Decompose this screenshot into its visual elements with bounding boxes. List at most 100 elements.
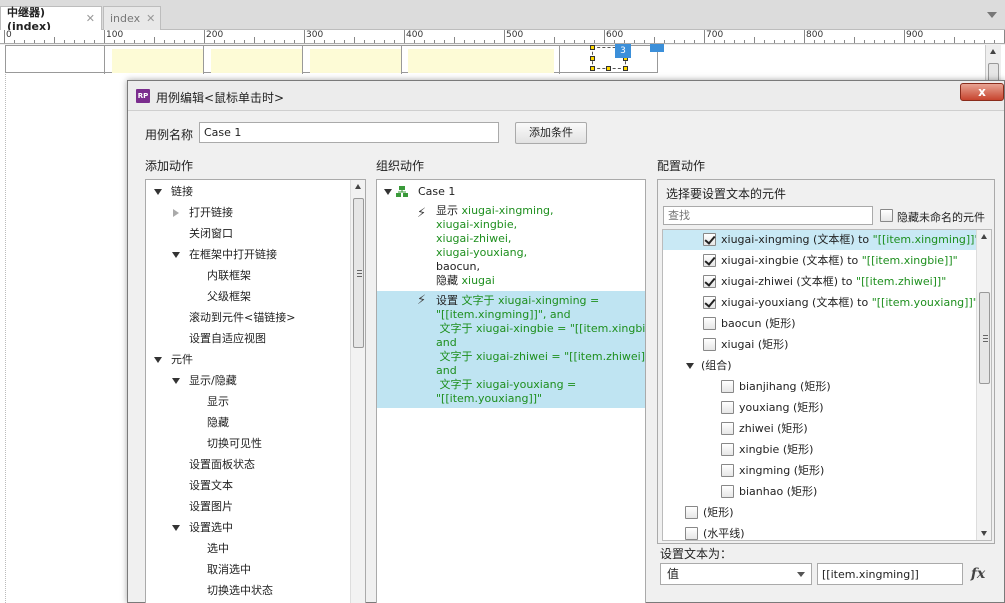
widget-row[interactable]: zhiwei (矩形)	[663, 418, 976, 439]
action-tree-item[interactable]: 显示/隐藏	[146, 371, 351, 391]
tab-index[interactable]: index ✕	[103, 6, 161, 30]
expand-arrow-icon[interactable]	[154, 189, 162, 195]
widget-row[interactable]: xingbie (矩形)	[663, 439, 976, 460]
resize-handle[interactable]	[606, 66, 611, 71]
action-tree-item[interactable]: 设置面板状态	[146, 455, 351, 475]
action-tree-item[interactable]: 隐藏	[146, 413, 351, 433]
checkbox-icon[interactable]	[685, 506, 698, 519]
resize-handle[interactable]	[623, 66, 628, 71]
tab-menu-chevron-icon[interactable]	[987, 12, 997, 18]
widget-row[interactable]: (水平线)	[663, 523, 976, 540]
scroll-thumb[interactable]	[353, 198, 364, 348]
widget-row[interactable]: xingming (矩形)	[663, 460, 976, 481]
scroll-thumb[interactable]	[979, 292, 990, 384]
scroll-up-icon[interactable]	[981, 234, 987, 239]
add-condition-button[interactable]: 添加条件	[515, 122, 587, 144]
resize-handle[interactable]	[590, 56, 595, 61]
action-tree-item[interactable]: 设置自适应视图	[146, 329, 351, 349]
collapse-arrow-icon[interactable]	[173, 209, 179, 217]
checkbox-icon[interactable]	[880, 209, 893, 222]
close-button[interactable]: x	[960, 83, 1004, 101]
ruler-tick	[394, 40, 395, 43]
widget-row[interactable]: bianhao (矩形)	[663, 481, 976, 502]
action-tree-item[interactable]: 元件	[146, 350, 351, 370]
ruler-tick	[814, 40, 815, 43]
widget-row[interactable]: youxiang (矩形)	[663, 397, 976, 418]
scroll-down-icon[interactable]	[981, 531, 987, 536]
checkbox-icon[interactable]	[703, 233, 716, 246]
checkbox-icon[interactable]	[721, 464, 734, 477]
widget-list[interactable]: xiugai-xingming (文本框) to "[[item.xingmin…	[662, 229, 992, 541]
tree-scrollbar[interactable]	[350, 180, 365, 603]
ruler-tick	[474, 40, 475, 43]
expand-arrow-icon[interactable]	[172, 378, 180, 384]
action-tree-item[interactable]: 打开链接	[146, 203, 351, 223]
checkbox-icon[interactable]	[721, 380, 734, 393]
dialog-title-bar[interactable]: RP 用例编辑<鼠标单击时> x	[128, 81, 1004, 111]
checkbox-icon[interactable]	[703, 338, 716, 351]
checkbox-icon[interactable]	[721, 401, 734, 414]
set-text-value-input[interactable]	[817, 563, 963, 585]
repeater-cell[interactable]	[211, 49, 303, 73]
widget-row[interactable]: (矩形)	[663, 502, 976, 523]
checkbox-icon[interactable]	[721, 485, 734, 498]
checkbox-icon[interactable]	[703, 275, 716, 288]
checkbox-icon[interactable]	[721, 422, 734, 435]
repeater-row-widget[interactable]	[5, 45, 658, 74]
action-tree-item[interactable]: 设置图片	[146, 497, 351, 517]
scroll-up-icon[interactable]	[355, 184, 361, 189]
action-tree-item[interactable]: 切换可见性	[146, 434, 351, 454]
add-actions-tree[interactable]: 链接 打开链接 关闭窗口 在框架中打开链接 内联框架 父级框架 滚动到元件<锚链接> 设置自适…	[145, 179, 366, 603]
repeater-cell[interactable]	[408, 49, 554, 73]
widget-row[interactable]: xiugai-xingming (文本框) to "[[item.xingmin…	[663, 230, 980, 250]
action-tree-item[interactable]: 内联框架	[146, 266, 351, 286]
action-tree-item[interactable]: 设置文本	[146, 476, 351, 496]
checkbox-icon[interactable]	[703, 254, 716, 267]
expand-arrow-icon[interactable]	[686, 363, 694, 369]
action-tree-item[interactable]: 设置选中	[146, 518, 351, 538]
repeater-cell[interactable]	[112, 49, 204, 73]
widget-row[interactable]: (组合)	[663, 355, 976, 376]
fx-button[interactable]: fx	[966, 564, 990, 584]
chevron-down-icon[interactable]	[797, 572, 805, 577]
case-node[interactable]: Case 1	[377, 182, 645, 202]
action-tree-item[interactable]: 切换选中状态	[146, 581, 351, 601]
action-set-text[interactable]: ⚡ 设置 文字于 xiugai-xingming = "[[item.xingm…	[377, 291, 645, 408]
checkbox-icon[interactable]	[685, 527, 698, 540]
widget-row[interactable]: xiugai-zhiwei (文本框) to "[[item.zhiwei]]"	[663, 271, 976, 292]
widget-list-scrollbar[interactable]	[976, 230, 991, 540]
widget-row[interactable]: bianjihang (矩形)	[663, 376, 976, 397]
action-tree-item[interactable]: 关闭窗口	[146, 224, 351, 244]
widget-row[interactable]: xiugai-xingbie (文本框) to "[[item.xingbie]…	[663, 250, 976, 271]
checkbox-icon[interactable]	[721, 443, 734, 456]
widget-row[interactable]: xiugai-youxiang (文本框) to "[[item.youxian…	[663, 292, 978, 313]
close-icon[interactable]: ✕	[146, 12, 155, 25]
resize-handle[interactable]	[590, 45, 595, 50]
expand-arrow-icon[interactable]	[172, 525, 180, 531]
close-icon[interactable]: ✕	[86, 12, 95, 25]
case-name-input[interactable]	[199, 122, 499, 143]
action-tree-item[interactable]: 显示	[146, 392, 351, 412]
expand-arrow-icon[interactable]	[172, 252, 180, 258]
action-tree-item[interactable]: 链接	[146, 182, 351, 202]
action-tree-item[interactable]: 在框架中打开链接	[146, 245, 351, 265]
action-show-hide[interactable]: ⚡ 显示 xiugai-xingming, xiugai-xingbie, xi…	[377, 204, 645, 290]
action-tree-item[interactable]: 父级框架	[146, 287, 351, 307]
action-tree-label: 选中	[207, 542, 229, 555]
checkbox-icon[interactable]	[703, 296, 716, 309]
scroll-up-icon[interactable]	[990, 49, 996, 54]
widget-row[interactable]: baocun (矩形)	[663, 313, 976, 334]
set-text-type-select[interactable]: 值	[660, 563, 812, 585]
action-tree-item[interactable]: 取消选中	[146, 560, 351, 580]
repeater-cell[interactable]	[310, 49, 402, 73]
action-tree-item[interactable]: 选中	[146, 539, 351, 559]
search-input[interactable]	[663, 206, 873, 225]
tab-repeater-index[interactable]: 中继器) (index) ✕	[0, 6, 102, 33]
organize-actions-tree[interactable]: Case 1 ⚡ 显示 xiugai-xingming, xiugai-xing…	[376, 179, 646, 603]
widget-row[interactable]: xiugai (矩形)	[663, 334, 976, 355]
resize-handle[interactable]	[590, 66, 595, 71]
action-tree-item[interactable]: 滚动到元件<锚链接>	[146, 308, 351, 328]
expand-arrow-icon[interactable]	[384, 189, 392, 195]
expand-arrow-icon[interactable]	[154, 357, 162, 363]
checkbox-icon[interactable]	[703, 317, 716, 330]
